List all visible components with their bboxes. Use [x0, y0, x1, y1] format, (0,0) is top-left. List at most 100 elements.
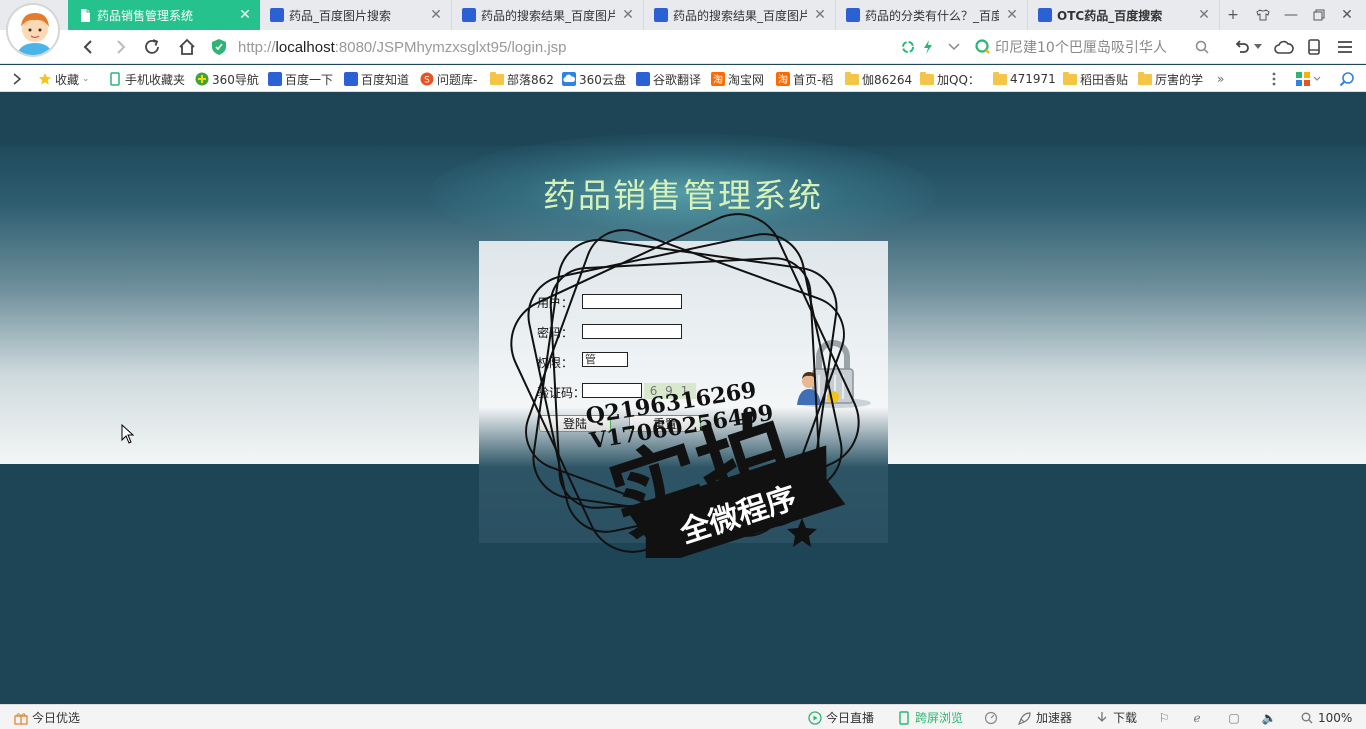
tab-search-result-2[interactable]: 🐾 药品的搜索结果_百度图片 ✕ — [644, 0, 836, 30]
page-title: 药品销售管理系统 — [543, 176, 823, 215]
bookmark-mobile-favorites[interactable]: 手机收藏夹 — [108, 69, 185, 89]
more-bookmarks-icon[interactable]: » — [1217, 69, 1224, 89]
bookmark-360-cloud[interactable]: 360云盘 — [562, 69, 626, 89]
shirt-skin-icon[interactable] — [1248, 0, 1278, 30]
folder-icon — [845, 71, 859, 86]
restore-icon[interactable] — [1304, 0, 1334, 30]
chevron-down-icon[interactable] — [942, 35, 966, 59]
menu-icon[interactable] — [1333, 35, 1357, 59]
bookmark-taobao[interactable]: 淘 淘宝网 — [711, 69, 764, 89]
login-button[interactable]: 登陆 — [539, 415, 611, 432]
bookmark-label: 谷歌翻译 — [653, 72, 702, 87]
url-host: localhost — [275, 38, 335, 56]
tab-bar: 药品销售管理系统 ✕ 🐾 药品_百度图片搜索 ✕ 🐾 药品的搜索结果_百度图片 … — [0, 0, 1366, 30]
close-tab-icon[interactable]: ✕ — [429, 8, 443, 22]
bookmark-folder-add-qq[interactable]: 加QQ： — [920, 69, 980, 89]
new-tab-icon[interactable]: + — [1218, 0, 1248, 30]
tab-drug-categories[interactable]: 🐾 药品的分类有什么？_百度 ✕ — [836, 0, 1028, 30]
reset-button[interactable]: 重置 — [629, 415, 701, 432]
bookmark-baidu-zhidao[interactable]: 🐾 百度知道 — [344, 69, 409, 89]
sogou-icon: S — [420, 72, 434, 86]
cross-screen-browse[interactable]: 跨屏浏览 — [897, 709, 963, 726]
user-avatar[interactable] — [6, 3, 60, 57]
zoom-level[interactable]: 100% — [1300, 709, 1352, 726]
bookmark-folder-lihai[interactable]: 厉害的学 — [1138, 69, 1203, 89]
bookmark-label: 厉害的学 — [1155, 72, 1204, 87]
tab-label: 药品销售管理系统 — [97, 8, 194, 23]
svg-text:淘: 淘 — [713, 73, 723, 86]
bookmark-label: 收藏 — [55, 72, 80, 87]
bookmark-label: 伽86264 — [862, 72, 913, 87]
bookmark-baidu[interactable]: 🐾 百度一下 — [268, 69, 333, 89]
tab-search-result-1[interactable]: 🐾 药品的搜索结果_百度图片 ✕ — [452, 0, 644, 30]
lightning-icon[interactable] — [916, 35, 940, 59]
baidu-paw-icon: 🐾 — [636, 72, 650, 86]
phone-icon — [897, 710, 911, 725]
window-icon[interactable]: ▢ — [1227, 709, 1245, 726]
url-field[interactable]: http://localhost:8080/JSPMhymzxsglxt95/l… — [212, 35, 967, 59]
role-select[interactable]: 管 — [582, 352, 628, 367]
baidu-paw-icon: 🐾 — [462, 8, 476, 22]
minimize-icon[interactable]: — — [1276, 0, 1306, 30]
close-tab-icon[interactable]: ✕ — [813, 8, 827, 22]
mobile-icon[interactable] — [1302, 35, 1326, 59]
accelerator[interactable]: 加速器 — [1018, 709, 1072, 726]
today-picks-label: 今日优选 — [32, 711, 81, 725]
sidebar-toggle-icon[interactable] — [12, 69, 22, 89]
phone-icon — [108, 72, 122, 86]
more-vertical-icon[interactable] — [1272, 69, 1276, 89]
apps-grid-icon[interactable] — [1296, 69, 1322, 89]
today-picks[interactable]: 今日优选 — [14, 709, 80, 726]
close-window-icon[interactable]: ✕ — [1332, 0, 1362, 30]
find-zoom-icon[interactable] — [1339, 69, 1355, 89]
bookmark-daotian-home[interactable]: 淘 首页-稻 — [776, 69, 833, 89]
page-icon — [78, 8, 92, 22]
search-engine-icon — [975, 38, 993, 56]
volume-icon[interactable]: 🔈 — [1262, 709, 1280, 726]
ie-mode-icon[interactable]: ℯ — [1190, 709, 1208, 726]
search-icon[interactable] — [1190, 35, 1214, 59]
chevron-down-icon: ⌄ — [82, 74, 90, 84]
bookmark-favorites[interactable]: 收藏 ⌄ — [38, 69, 90, 89]
home-icon[interactable] — [175, 35, 199, 59]
close-tab-icon[interactable]: ✕ — [1005, 8, 1019, 22]
search-input[interactable]: 印尼建10个巴厘岛吸引华人 — [975, 35, 1215, 59]
tab-otc-drugs[interactable]: 🐾 OTC药品_百度搜索 ✕ — [1028, 0, 1220, 30]
password-field[interactable] — [582, 324, 682, 339]
bookmark-folder-buluo[interactable]: 部落862 — [490, 69, 554, 89]
bookmark-folder-daotian[interactable]: 稻田香贴 — [1063, 69, 1128, 89]
back-icon[interactable] — [76, 35, 100, 59]
captcha-field[interactable] — [582, 383, 642, 398]
star-icon — [38, 72, 52, 86]
reload-icon[interactable] — [140, 35, 164, 59]
bookmark-folder-471971[interactable]: 471971 — [993, 69, 1056, 89]
close-tab-icon[interactable]: ✕ — [1197, 8, 1211, 22]
bookmark-folder-86264[interactable]: 伽86264 — [845, 69, 912, 89]
url-path: :8080/JSPMhymzxsglxt95/login.jsp — [334, 38, 567, 56]
forward-icon[interactable] — [109, 35, 133, 59]
flag-icon[interactable]: ⚐ — [1157, 709, 1175, 726]
downloads[interactable]: 下载 — [1095, 709, 1137, 726]
close-tab-icon[interactable]: ✕ — [621, 8, 635, 22]
bookmark-question-bank[interactable]: S 问题库- — [420, 69, 477, 89]
bookmark-label: 手机收藏夹 — [125, 72, 186, 87]
taobao-icon: 淘 — [776, 72, 790, 86]
baidu-paw-icon: 🐾 — [344, 72, 358, 86]
bookmark-google-translate[interactable]: 🐾 谷歌翻译 — [636, 69, 701, 89]
folder-icon — [1063, 71, 1077, 86]
speedometer-icon[interactable] — [984, 709, 1002, 726]
today-live[interactable]: 今日直播 — [808, 709, 874, 726]
tab-baidu-image-search[interactable]: 🐾 药品_百度图片搜索 ✕ — [260, 0, 452, 30]
secure-shield-icon — [212, 39, 226, 55]
cloud-drive-icon — [562, 72, 576, 86]
captcha-image[interactable]: 6 9 1 — [644, 383, 696, 399]
address-toolbar: http://localhost:8080/JSPMhymzxsglxt95/l… — [0, 30, 1366, 64]
tab-drug-sales-system[interactable]: 药品销售管理系统 ✕ — [68, 0, 260, 30]
close-tab-icon[interactable]: ✕ — [238, 8, 252, 22]
username-field[interactable] — [582, 294, 682, 309]
svg-text:S: S — [424, 76, 430, 86]
bookmark-360-nav[interactable]: 360导航 — [195, 69, 259, 89]
undo-dropdown-icon[interactable] — [1251, 35, 1265, 59]
cloud-icon[interactable] — [1272, 35, 1296, 59]
baidu-paw-icon: 🐾 — [846, 8, 860, 22]
